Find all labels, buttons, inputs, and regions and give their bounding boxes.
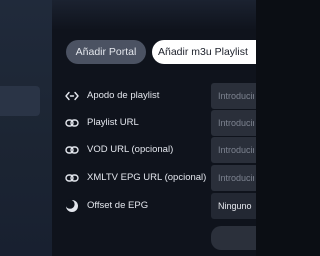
playlist-nickname-label: Apodo de playlist xyxy=(87,90,160,101)
tab-add-m3u-playlist[interactable]: Añadir m3u Playlist xyxy=(152,40,256,64)
playlist-nickname-row: Apodo de playlist xyxy=(60,83,256,109)
epg-offset-label: Offset de EPG xyxy=(87,200,149,211)
epg-offset-select[interactable]: Ninguno xyxy=(211,193,256,219)
link-icon xyxy=(65,146,79,154)
vod-url-label: VOD URL (opcional) xyxy=(87,144,174,155)
xmltv-epg-url-row: XMLTV EPG URL (opcional) xyxy=(60,165,256,191)
code-arrows-icon xyxy=(65,91,79,101)
background-panel xyxy=(0,0,52,256)
playlist-url-row: Playlist URL xyxy=(60,110,256,136)
xmltv-epg-url-input[interactable] xyxy=(211,165,256,191)
vod-url-row: VOD URL (opcional) xyxy=(60,137,256,163)
epg-offset-row: Offset de EPG Ninguno xyxy=(60,193,256,219)
moon-clock-icon xyxy=(65,199,78,212)
link-icon xyxy=(65,174,79,182)
playlist-nickname-input[interactable] xyxy=(211,83,256,109)
dialog-header-fade xyxy=(52,0,256,30)
background-field xyxy=(0,86,40,116)
save-button[interactable] xyxy=(211,226,256,250)
playlist-url-input[interactable] xyxy=(211,110,256,136)
screen: Añadir Portal Añadir m3u Playlist Apodo … xyxy=(0,0,256,256)
playlist-url-label: Playlist URL xyxy=(87,117,139,128)
link-icon xyxy=(65,119,79,127)
xmltv-epg-url-label: XMLTV EPG URL (opcional) xyxy=(87,172,207,183)
vod-url-input[interactable] xyxy=(211,137,256,163)
tab-add-portal[interactable]: Añadir Portal xyxy=(66,40,146,64)
